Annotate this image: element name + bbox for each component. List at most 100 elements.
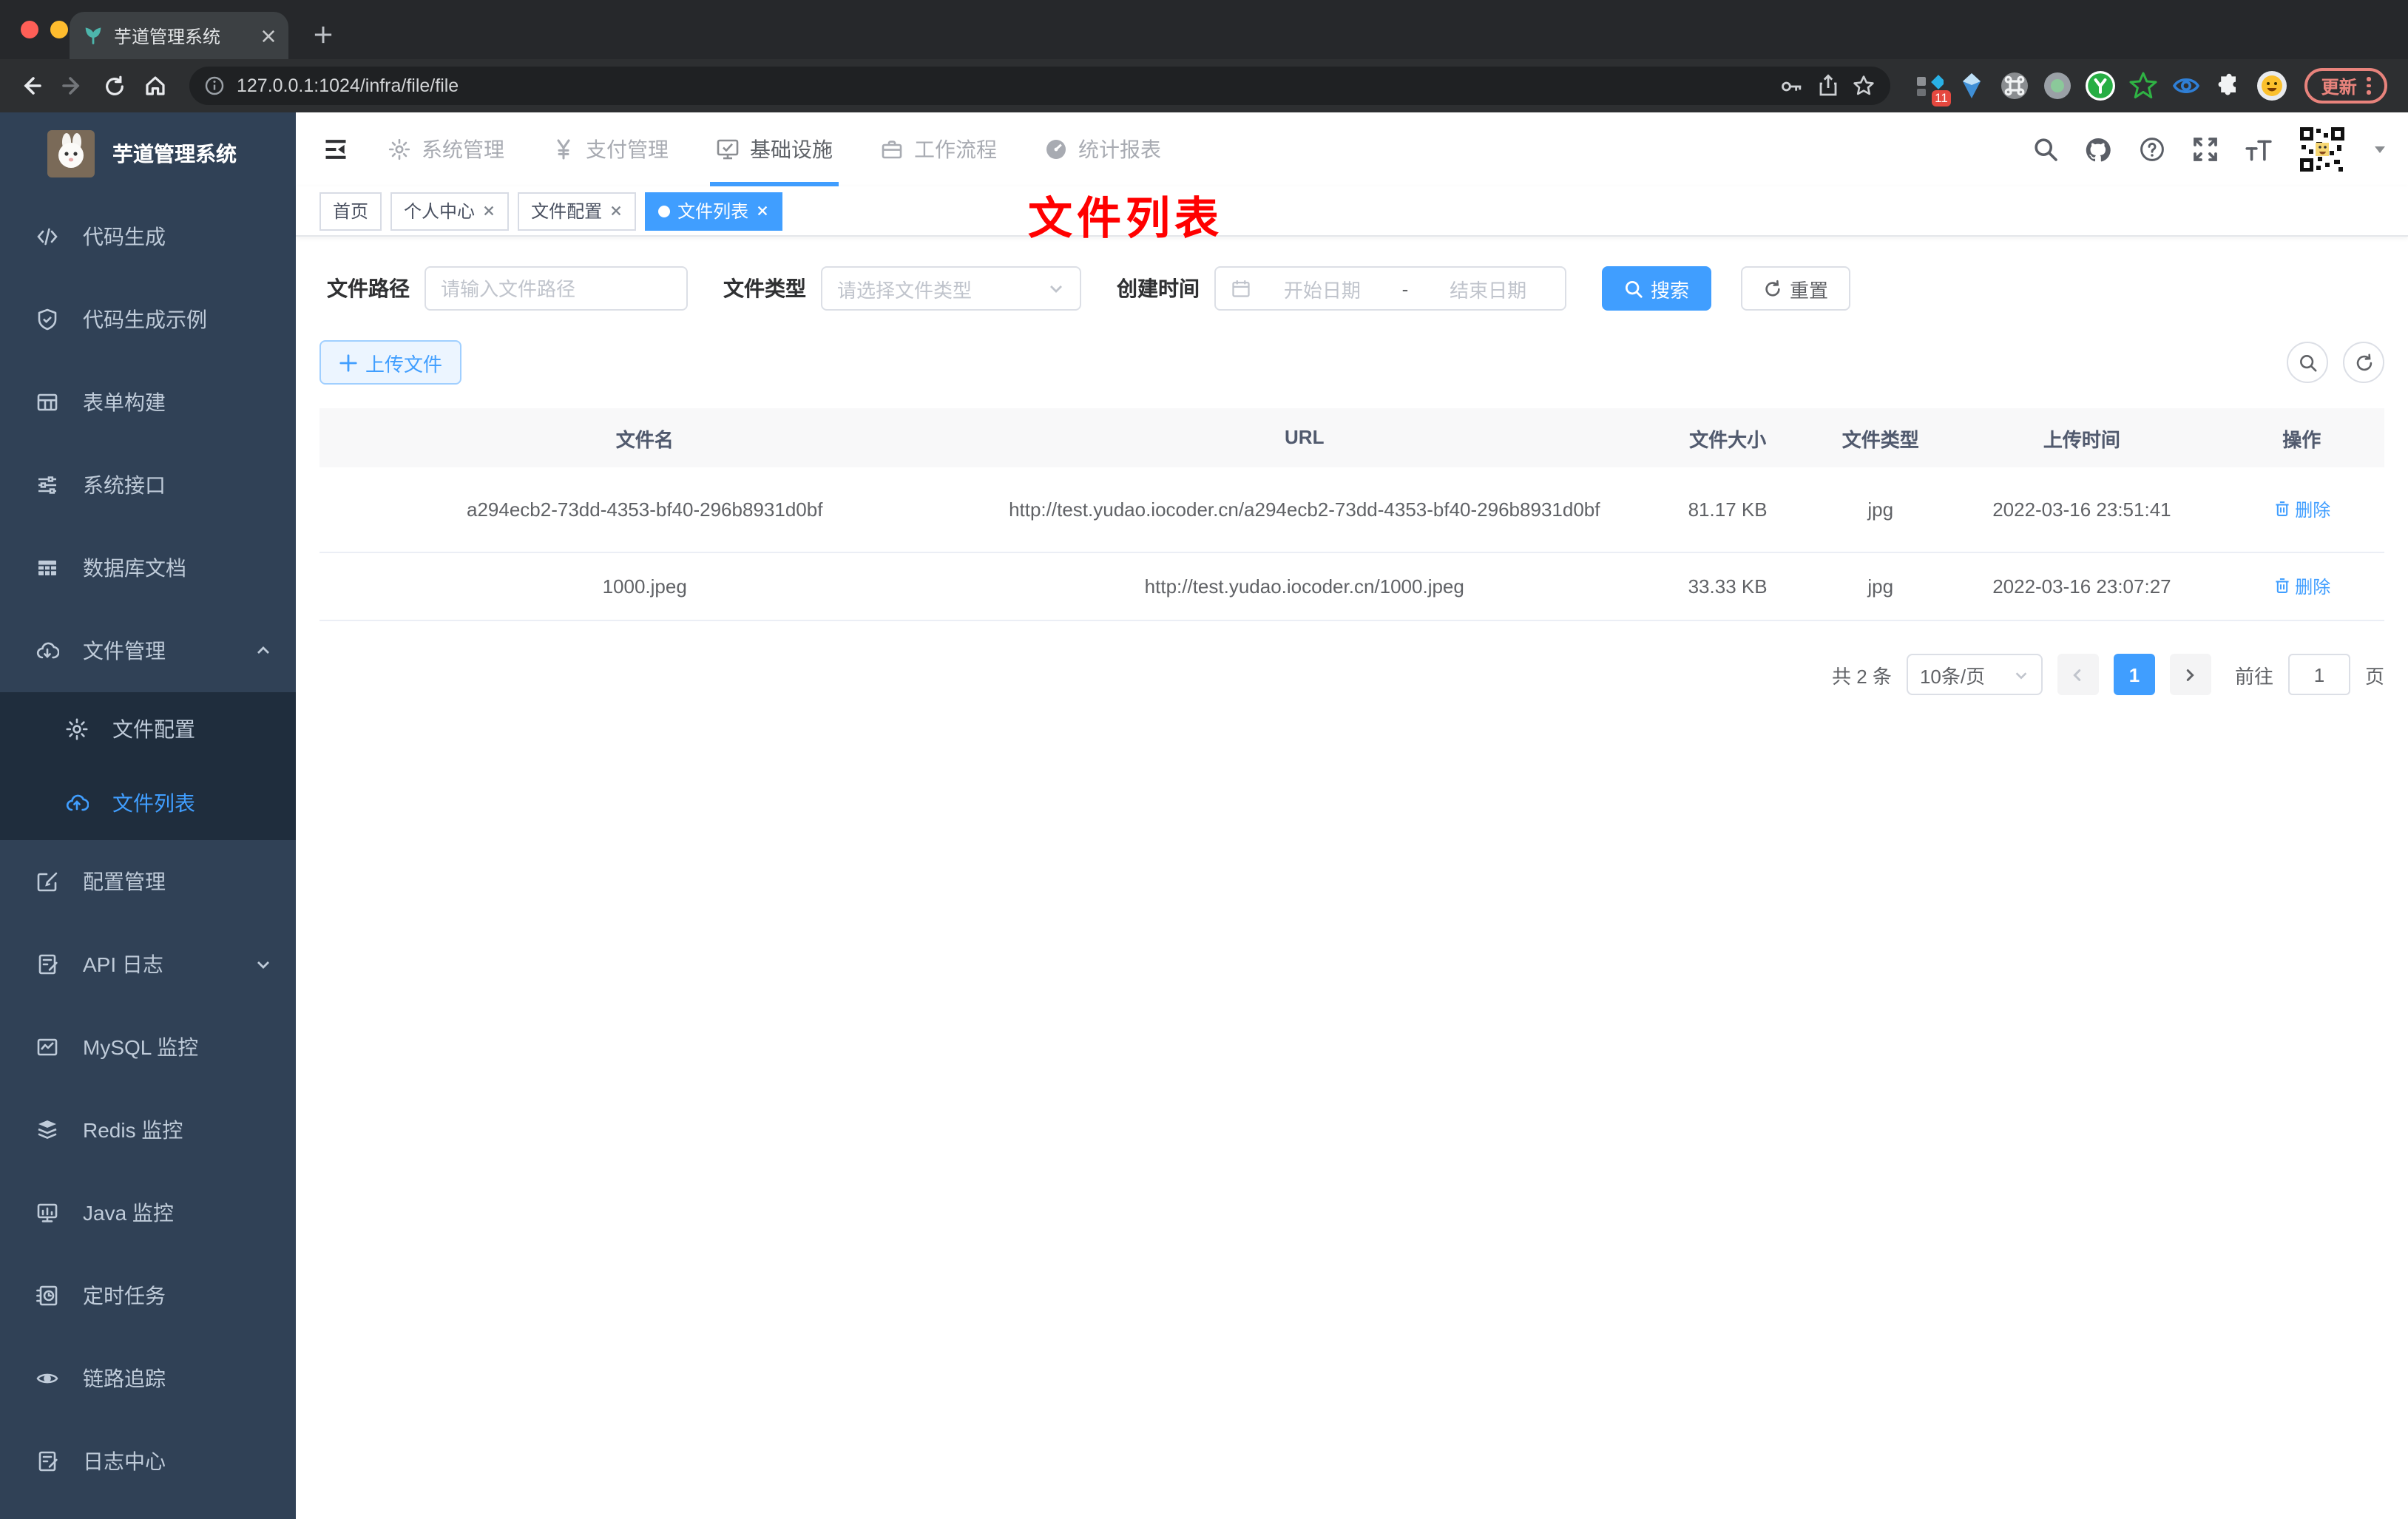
minimize-window-button[interactable]	[50, 21, 68, 38]
topnav-item-label: 支付管理	[586, 138, 669, 161]
back-button[interactable]	[12, 67, 50, 105]
fullscreen-icon[interactable]	[2191, 135, 2219, 163]
delete-button[interactable]: 删除	[2273, 497, 2330, 522]
schedule-icon	[36, 1285, 58, 1306]
tag-file-list[interactable]: 文件列表	[645, 192, 783, 230]
home-button[interactable]	[136, 67, 175, 105]
profile-avatar-icon[interactable]	[2257, 71, 2287, 101]
sidebar-item-mysql-monitor[interactable]: MySQL 监控	[0, 1006, 296, 1089]
update-button[interactable]: 更新	[2304, 68, 2387, 104]
browser-menu-icon[interactable]	[2367, 77, 2371, 95]
date-range-picker[interactable]: 开始日期 - 结束日期	[1214, 266, 1566, 311]
forward-button[interactable]	[53, 67, 92, 105]
topnav-item-infra[interactable]: 基础设施	[692, 112, 856, 186]
tag-label: 文件列表	[677, 201, 749, 222]
user-avatar-qr[interactable]	[2297, 124, 2347, 175]
sidebar-item-redis-monitor[interactable]: Redis 监控	[0, 1089, 296, 1171]
briefcase-icon	[882, 141, 902, 159]
col-header-time: 上传时间	[2043, 428, 2120, 450]
goto-page-input[interactable]	[2287, 654, 2350, 695]
sidebar-item-file-management[interactable]: 文件管理	[0, 609, 296, 692]
page-content: 文件路径 文件类型 请选择文件类型 创建时间 开始日期 -	[296, 237, 2408, 1519]
github-icon[interactable]	[2084, 135, 2112, 163]
help-icon[interactable]	[2137, 135, 2165, 163]
new-tab-button[interactable]	[305, 16, 340, 52]
ext-grid-icon[interactable]: 11	[1915, 71, 1952, 106]
tag-profile[interactable]: 个人中心	[390, 192, 510, 230]
topnav-item-payment[interactable]: 支付管理	[528, 112, 692, 186]
reload-button[interactable]	[95, 67, 133, 105]
topnav-item-workflow[interactable]: 工作流程	[856, 112, 1021, 186]
ext-eye-icon[interactable]	[2172, 71, 2202, 101]
extensions-puzzle-icon[interactable]	[2215, 71, 2245, 101]
sidebar-item-file-list[interactable]: 文件列表	[0, 766, 296, 840]
topnav-item-system[interactable]: 系统管理	[364, 112, 528, 186]
ext-command-icon[interactable]	[2001, 71, 2030, 101]
sidebar-item-scheduled-tasks[interactable]: 定时任务	[0, 1254, 296, 1337]
delete-button[interactable]: 删除	[2273, 574, 2330, 599]
sidebar-item-log-center[interactable]: 日志中心	[0, 1420, 296, 1503]
topnav-item-report[interactable]: 统计报表	[1021, 112, 1185, 186]
search-icon	[2299, 354, 2316, 371]
tag-file-config[interactable]: 文件配置	[518, 192, 637, 230]
bookmark-star-icon[interactable]	[1853, 74, 1876, 98]
upload-file-label: 上传文件	[365, 353, 443, 375]
font-size-icon[interactable]	[2244, 135, 2272, 163]
tag-label: 文件配置	[531, 201, 603, 222]
sidebar: 芋道管理系统 代码生成 代码生成示例 表单构建 系统接口 数据库文档 文件管理 …	[0, 112, 296, 1519]
password-key-icon[interactable]	[1780, 73, 1805, 98]
sidebar-item-java-monitor[interactable]: Java 监控	[0, 1171, 296, 1254]
file-path-input[interactable]	[441, 277, 672, 300]
sidebar-item-api-log[interactable]: API 日志	[0, 923, 296, 1006]
browser-tab[interactable]: 芋道管理系统	[70, 12, 288, 59]
current-page-button[interactable]: 1	[2113, 654, 2155, 695]
sidebar-fold-button[interactable]	[319, 133, 352, 166]
tag-label: 首页	[333, 201, 369, 222]
sidebar-item-file-config[interactable]: 文件配置	[0, 692, 296, 766]
cell-size: 81.17 KB	[1688, 498, 1768, 521]
reset-button[interactable]: 重置	[1741, 266, 1851, 311]
grid-filled-icon	[38, 561, 56, 575]
avatar-caret-icon[interactable]	[2373, 142, 2387, 157]
sidebar-item-code-gen[interactable]: 代码生成	[0, 195, 296, 278]
refresh-table-button[interactable]	[2343, 342, 2384, 383]
tag-close-icon[interactable]	[609, 204, 623, 217]
file-type-select[interactable]: 请选择文件类型	[821, 266, 1081, 311]
gear-icon	[388, 138, 410, 160]
tag-home[interactable]: 首页	[319, 192, 382, 230]
search-icon[interactable]	[2031, 135, 2059, 163]
address-bar[interactable]: 127.0.0.1:1024/infra/file/file	[189, 67, 1891, 105]
site-info-icon[interactable]	[204, 75, 225, 96]
date-start-placeholder[interactable]: 开始日期	[1260, 274, 1384, 302]
search-button[interactable]: 搜索	[1602, 266, 1712, 311]
ext-circle-icon[interactable]	[2043, 71, 2073, 101]
sidebar-item-form-builder[interactable]: 表单构建	[0, 361, 296, 444]
ext-y-icon[interactable]	[2086, 71, 2116, 101]
tag-close-icon[interactable]	[756, 204, 769, 217]
sidebar-item-code-demo[interactable]: 代码生成示例	[0, 278, 296, 361]
next-page-button[interactable]	[2169, 654, 2211, 695]
tab-close-icon[interactable]	[262, 29, 275, 42]
sidebar-item-system-api[interactable]: 系统接口	[0, 444, 296, 527]
date-end-placeholder[interactable]: 结束日期	[1426, 274, 1550, 302]
share-icon[interactable]	[1817, 74, 1841, 98]
close-window-button[interactable]	[21, 21, 38, 38]
page-unit-label: 页	[2364, 665, 2384, 687]
prev-page-button[interactable]	[2057, 654, 2099, 695]
pagination: 共 2 条 10条/页 1 前往 页	[319, 654, 2384, 695]
show-search-button[interactable]	[2287, 342, 2328, 383]
url-text[interactable]: 127.0.0.1:1024/infra/file/file	[237, 75, 1768, 96]
sidebar-item-label: 系统接口	[83, 473, 166, 497]
tag-close-icon[interactable]	[482, 204, 496, 217]
cell-type: jpg	[1867, 575, 1894, 598]
col-header-url: URL	[1285, 426, 1325, 449]
upload-file-button[interactable]: 上传文件	[319, 340, 462, 385]
ext-balloon-icon[interactable]	[1958, 71, 1987, 101]
sidebar-item-tracing[interactable]: 链路追踪	[0, 1337, 296, 1420]
sidebar-item-config-management[interactable]: 配置管理	[0, 840, 296, 923]
ext-star-icon[interactable]	[2129, 71, 2159, 101]
sidebar-item-label: 定时任务	[83, 1284, 166, 1307]
page-size-select[interactable]: 10条/页	[1906, 654, 2043, 695]
sidebar-item-db-doc[interactable]: 数据库文档	[0, 527, 296, 609]
sidebar-logo[interactable]: 芋道管理系统	[0, 112, 296, 195]
